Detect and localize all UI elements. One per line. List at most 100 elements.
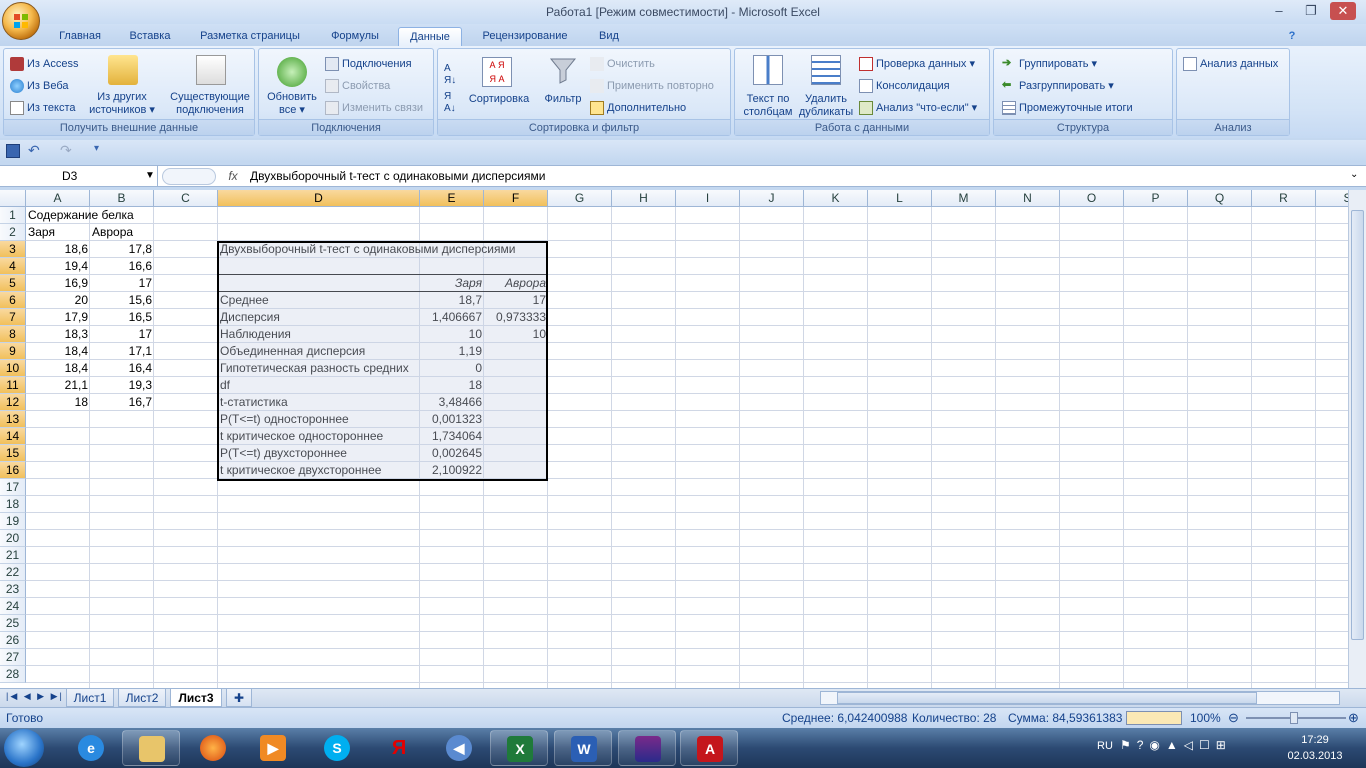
cell-A4[interactable]: 19,4: [26, 258, 90, 275]
row-header-4[interactable]: 4: [0, 258, 26, 275]
row-header-22[interactable]: 22: [0, 564, 26, 581]
cell-A5[interactable]: 16,9: [26, 275, 90, 292]
row-header-18[interactable]: 18: [0, 496, 26, 513]
cell-B6[interactable]: 15,6: [90, 292, 154, 309]
cell-A12[interactable]: 18: [26, 394, 90, 411]
column-header-O[interactable]: O: [1060, 190, 1124, 207]
worksheet-grid[interactable]: ABCDEFGHIJKLMNOPQRS 1 2 3 4 5 6 7 8 9 10 11 12 13 14 1…: [0, 190, 1348, 688]
cell-A6[interactable]: 20: [26, 292, 90, 309]
cell-E13[interactable]: 0,001323: [420, 411, 484, 428]
column-header-B[interactable]: B: [90, 190, 154, 207]
data-analysis-button[interactable]: Анализ данных: [1183, 57, 1278, 71]
horizontal-scrollbar[interactable]: [820, 691, 1340, 705]
advanced-filter-button[interactable]: Дополнительно: [590, 101, 686, 115]
horizontal-scroll-thumb[interactable]: [837, 692, 1257, 704]
subtotal-button[interactable]: Промежуточные итоги: [1002, 101, 1133, 115]
taskbar-media[interactable]: ▶: [244, 730, 302, 766]
row-header-7[interactable]: 7: [0, 309, 26, 326]
cell-B12[interactable]: 16,7: [90, 394, 154, 411]
column-header-C[interactable]: C: [154, 190, 218, 207]
expand-formula-icon[interactable]: ⌄: [1350, 169, 1358, 180]
view-buttons[interactable]: [1126, 711, 1182, 725]
cell-D6[interactable]: Среднее: [218, 292, 420, 309]
consolidate-button[interactable]: Консолидация: [859, 79, 950, 93]
language-indicator[interactable]: RU: [1097, 740, 1113, 752]
from-web-button[interactable]: Из Веба: [10, 79, 69, 93]
cell-B8[interactable]: 17: [90, 326, 154, 343]
cell-A3[interactable]: 18,6: [26, 241, 90, 258]
row-header-28[interactable]: 28: [0, 666, 26, 683]
taskbar-winrar[interactable]: [618, 730, 676, 766]
column-header-N[interactable]: N: [996, 190, 1060, 207]
cell-D10[interactable]: Гипотетическая разность средних: [218, 360, 420, 377]
taskbar-yandex[interactable]: Я: [370, 730, 428, 766]
cell-A2[interactable]: Заря: [26, 224, 90, 241]
start-button[interactable]: [4, 729, 44, 767]
cell-A8[interactable]: 18,3: [26, 326, 90, 343]
data-validation-button[interactable]: Проверка данных ▾: [859, 57, 975, 71]
row-header-10[interactable]: 10: [0, 360, 26, 377]
other-sources-button[interactable]: Из других источников ▾: [86, 91, 158, 117]
cell-B7[interactable]: 16,5: [90, 309, 154, 326]
taskbar-sound[interactable]: ◀: [430, 730, 488, 766]
cell-D11[interactable]: df: [218, 377, 420, 394]
sort-az-icon[interactable]: А Я↓: [444, 63, 456, 87]
sort-za-icon[interactable]: Я А↓: [444, 91, 456, 115]
group-button[interactable]: ➔ Группировать ▾: [1002, 57, 1097, 71]
row-header-17[interactable]: 17: [0, 479, 26, 496]
maximize-button[interactable]: ❐: [1298, 2, 1324, 20]
sheet-tab-1[interactable]: Лист1: [66, 689, 114, 707]
column-header-R[interactable]: R: [1252, 190, 1316, 207]
filter-button[interactable]: Фильтр: [538, 93, 588, 106]
help-icon[interactable]: ?: [1282, 27, 1302, 46]
cell-A11[interactable]: 21,1: [26, 377, 90, 394]
insert-sheet-icon[interactable]: ✚: [226, 689, 252, 707]
vertical-scroll-thumb[interactable]: [1351, 210, 1364, 640]
cell-D12[interactable]: t-статистика: [218, 394, 420, 411]
formula-input[interactable]: Двухвыборочный t-тест с одинаковыми дисп…: [250, 166, 545, 187]
tab-data[interactable]: Данные: [398, 27, 462, 46]
customize-qat-icon[interactable]: ▾: [94, 143, 99, 154]
undo-icon[interactable]: ↶: [28, 142, 40, 159]
column-header-H[interactable]: H: [612, 190, 676, 207]
column-header-F[interactable]: F: [484, 190, 548, 207]
tab-insert[interactable]: Вставка: [118, 27, 182, 46]
insert-function-icon[interactable]: fx: [222, 166, 244, 187]
row-header-19[interactable]: 19: [0, 513, 26, 530]
cell-B10[interactable]: 16,4: [90, 360, 154, 377]
column-header-S[interactable]: S: [1316, 190, 1348, 207]
cell-E7[interactable]: 1,406667: [420, 309, 484, 326]
column-header-J[interactable]: J: [740, 190, 804, 207]
column-header-K[interactable]: K: [804, 190, 868, 207]
row-header-3[interactable]: 3: [0, 241, 26, 258]
cell-E12[interactable]: 3,48466: [420, 394, 484, 411]
redo-icon[interactable]: ↷: [60, 142, 72, 159]
cell-F6[interactable]: 17: [484, 292, 548, 309]
zoom-in-icon[interactable]: ⊕: [1348, 710, 1359, 726]
column-header-P[interactable]: P: [1124, 190, 1188, 207]
tray-icons[interactable]: ⚑?◉▲◁☐⊞: [1120, 738, 1232, 752]
existing-connections-button[interactable]: Существующие подключения: [168, 91, 252, 117]
row-header-8[interactable]: 8: [0, 326, 26, 343]
row-header-15[interactable]: 15: [0, 445, 26, 462]
cell-D3[interactable]: Двухвыборочный t-тест с одинаковыми дисп…: [218, 241, 548, 258]
column-header-I[interactable]: I: [676, 190, 740, 207]
cell-F5[interactable]: Аврора: [484, 275, 548, 292]
cell-E11[interactable]: 18: [420, 377, 484, 394]
sheet-nav-icons[interactable]: |◀ ◀ ▶ ▶|: [6, 691, 64, 702]
taskbar-firefox[interactable]: [184, 730, 242, 766]
close-button[interactable]: ✕: [1330, 2, 1356, 20]
row-header-16[interactable]: 16: [0, 462, 26, 479]
column-header-G[interactable]: G: [548, 190, 612, 207]
taskbar-ie[interactable]: e: [62, 730, 120, 766]
row-header-5[interactable]: 5: [0, 275, 26, 292]
cell-F8[interactable]: 10: [484, 326, 548, 343]
cell-E16[interactable]: 2,100922: [420, 462, 484, 479]
cell-A10[interactable]: 18,4: [26, 360, 90, 377]
select-all-corner[interactable]: [0, 190, 26, 207]
taskbar-skype[interactable]: S: [308, 730, 366, 766]
what-if-button[interactable]: Анализ "что-если" ▾: [859, 101, 977, 115]
tab-home[interactable]: Главная: [48, 27, 112, 46]
cell-B2[interactable]: Аврора: [90, 224, 154, 241]
row-header-9[interactable]: 9: [0, 343, 26, 360]
